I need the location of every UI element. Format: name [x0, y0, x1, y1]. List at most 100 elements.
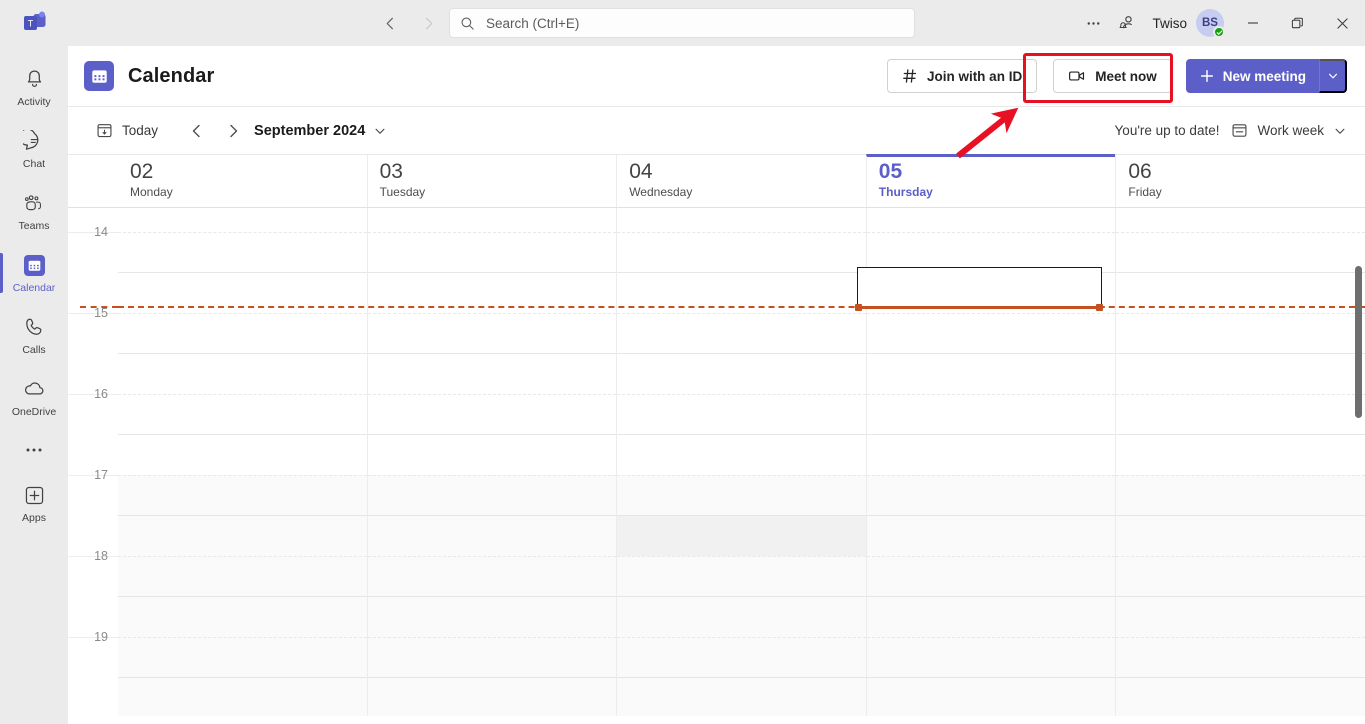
- view-selector[interactable]: Work week: [1231, 122, 1347, 139]
- chevron-down-icon: [1327, 70, 1339, 82]
- day-header-tuesday[interactable]: 03 Tuesday: [366, 155, 617, 207]
- user-name-label: Twiso: [1152, 15, 1187, 31]
- forward-button[interactable]: [413, 8, 443, 38]
- sidebar-item-label: OneDrive: [11, 405, 57, 418]
- day-header-friday[interactable]: 06 Friday: [1115, 155, 1365, 207]
- phone-icon: [23, 315, 46, 341]
- day-number: 03: [379, 160, 403, 183]
- active-indicator: [0, 253, 3, 293]
- scrollbar-thumb[interactable]: [1355, 266, 1362, 418]
- app-rail: Activity Chat Teams Calendar Calls OneDr…: [0, 46, 68, 724]
- hour-label: 17: [94, 468, 108, 482]
- notification-person-icon[interactable]: [1110, 6, 1144, 40]
- day-header-monday[interactable]: 02 Monday: [118, 155, 367, 207]
- selected-slot-handle-left[interactable]: [855, 304, 862, 311]
- view-layout-icon: [1231, 122, 1248, 139]
- plus-icon: [1199, 68, 1215, 84]
- sidebar-item-teams[interactable]: Teams: [0, 180, 68, 242]
- search-icon: [460, 16, 475, 31]
- day-column-wednesday[interactable]: [616, 208, 866, 716]
- day-column-tuesday[interactable]: [366, 208, 617, 716]
- sidebar-item-calls[interactable]: Calls: [0, 304, 68, 366]
- new-meeting-split-button: New meeting: [1185, 59, 1347, 93]
- day-number: 06: [1128, 160, 1152, 183]
- sidebar-item-label: Calls: [22, 343, 46, 356]
- day-column-monday[interactable]: [118, 208, 367, 716]
- toolbar-right: You're up to date! Work week: [1115, 122, 1347, 139]
- page-title-group: Calendar: [84, 61, 214, 91]
- day-name: Thursday: [878, 185, 933, 199]
- day-number: 05: [878, 160, 903, 183]
- sidebar-item-label: Chat: [22, 157, 46, 170]
- teams-icon: [23, 191, 46, 217]
- day-column-friday[interactable]: [1115, 208, 1365, 716]
- sidebar-item-onedrive[interactable]: OneDrive: [0, 366, 68, 428]
- calendar-grid[interactable]: 14 15 16 17 18 19: [68, 208, 1365, 716]
- new-meeting-button[interactable]: New meeting: [1185, 59, 1319, 93]
- selected-slot-handle-right[interactable]: [1096, 304, 1103, 311]
- more-options-icon[interactable]: [1076, 6, 1110, 40]
- join-with-id-label: Join with an ID: [926, 68, 1023, 84]
- day-header-wednesday[interactable]: 04 Wednesday: [616, 155, 866, 207]
- search-input[interactable]: Search (Ctrl+E): [449, 8, 915, 38]
- sidebar-item-apps[interactable]: Apps: [0, 472, 68, 534]
- bell-icon: [23, 67, 46, 93]
- meet-now-label: Meet now: [1095, 68, 1157, 84]
- maximize-button[interactable]: [1275, 0, 1320, 46]
- time-gutter: 14 15 16 17 18 19: [68, 208, 118, 716]
- window-buttons: [1230, 0, 1365, 46]
- sidebar-item-activity[interactable]: Activity: [0, 56, 68, 118]
- sync-status-label: You're up to date!: [1114, 123, 1220, 138]
- sidebar-item-label: Calendar: [12, 281, 56, 294]
- current-time-indicator: [118, 306, 1365, 308]
- hovered-time-slot[interactable]: [617, 515, 866, 556]
- calendar-header: Calendar Join with an ID Meet now New me…: [68, 46, 1365, 107]
- hour-label: 14: [94, 225, 108, 239]
- hour-label: 16: [94, 387, 108, 401]
- sidebar-item-label: Teams: [18, 219, 50, 232]
- day-name: Tuesday: [379, 185, 426, 199]
- current-month-label: September 2024: [254, 122, 366, 139]
- page-title: Calendar: [128, 64, 215, 87]
- sidebar-item-label: Activity: [17, 95, 51, 108]
- close-button[interactable]: [1320, 0, 1365, 46]
- day-header-thursday-today[interactable]: 05 Thursday: [865, 154, 1116, 207]
- today-label: Today: [122, 123, 159, 138]
- back-button[interactable]: [375, 8, 405, 38]
- day-number: 02: [130, 160, 154, 183]
- join-with-id-button[interactable]: Join with an ID: [886, 59, 1038, 93]
- presence-available-icon: [1213, 26, 1225, 38]
- new-meeting-dropdown-button[interactable]: [1319, 59, 1347, 93]
- next-week-button[interactable]: [218, 116, 248, 146]
- month-picker-chevron-down-icon[interactable]: [367, 118, 393, 144]
- title-bar: T Search (Ctrl+E) Twiso BS: [0, 0, 1365, 46]
- sidebar-item-label: Apps: [22, 511, 46, 524]
- minimize-button[interactable]: [1230, 0, 1275, 46]
- meet-now-button[interactable]: Meet now: [1053, 59, 1172, 93]
- titlebar-right-controls: Twiso BS: [1076, 0, 1365, 46]
- sidebar-item-chat[interactable]: Chat: [0, 118, 68, 180]
- today-icon: [96, 122, 113, 139]
- selected-time-slot[interactable]: [857, 267, 1102, 309]
- calendar-scrollbar[interactable]: [1351, 208, 1365, 716]
- teams-logo: T: [0, 0, 70, 46]
- hour-label: 19: [94, 630, 108, 644]
- prev-week-button[interactable]: [182, 116, 212, 146]
- sidebar-more-apps-icon[interactable]: [0, 428, 68, 472]
- current-time-indicator-gutter: [80, 306, 118, 308]
- view-label: Work week: [1257, 123, 1324, 138]
- sidebar-item-calendar[interactable]: Calendar: [0, 242, 68, 304]
- window-nav-arrows: [375, 8, 443, 38]
- day-headers-row: 02 Monday 03 Tuesday 04 Wednesday 05 Thu…: [68, 154, 1365, 208]
- calendar-toolbar: Today September 2024 You're up to date! …: [68, 107, 1365, 155]
- hash-icon: [902, 68, 918, 84]
- cloud-icon: [22, 377, 47, 403]
- avatar[interactable]: BS: [1196, 9, 1225, 38]
- video-camera-icon: [1068, 67, 1086, 85]
- day-name: Wednesday: [629, 185, 693, 199]
- hour-label: 15: [94, 306, 108, 320]
- day-name: Monday: [130, 185, 173, 199]
- view-chevron-down-icon[interactable]: [1333, 124, 1347, 138]
- user-account[interactable]: Twiso BS: [1152, 9, 1225, 38]
- today-button[interactable]: Today: [90, 115, 164, 147]
